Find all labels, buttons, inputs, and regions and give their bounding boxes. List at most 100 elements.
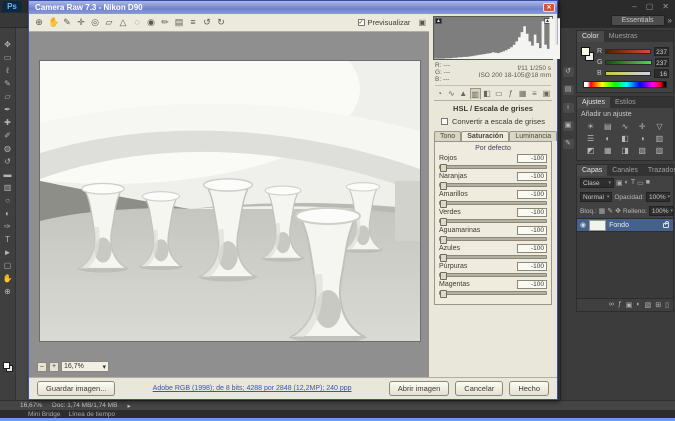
close-icon[interactable]: ✕ xyxy=(662,1,669,12)
filter-adjustment-icon[interactable]: ◐ xyxy=(625,179,629,187)
slider-knob[interactable] xyxy=(440,254,447,262)
hand-tool-icon[interactable]: ✋ xyxy=(48,17,58,28)
lock-icons[interactable]: ▦✎✥ xyxy=(599,207,621,215)
rectangular-marquee-tool[interactable]: ▭ xyxy=(1,51,15,64)
clone-stamp-tool[interactable]: ◍ xyxy=(1,142,15,155)
slider-value[interactable]: -100 xyxy=(517,244,547,253)
slider-track[interactable] xyxy=(439,183,547,187)
exposure-icon[interactable]: ✛ xyxy=(635,121,650,132)
fill-dropdown[interactable]: 100%▾ xyxy=(649,206,673,216)
preview-toggle[interactable]: ✓ Previsualizar xyxy=(358,18,411,27)
black-white-icon[interactable]: ◧ xyxy=(617,133,632,144)
color-spectrum-ramp[interactable] xyxy=(583,81,667,88)
lock-pixels-icon[interactable]: ✎ xyxy=(607,207,613,215)
layer-thumbnail[interactable] xyxy=(589,220,606,231)
invert-icon[interactable]: ◩ xyxy=(583,145,598,156)
layer-filter-dropdown[interactable]: Clase▾ xyxy=(580,178,614,188)
photo-filter-icon[interactable]: ◑ xyxy=(635,133,650,144)
delete-layer-icon[interactable]: ▯ xyxy=(665,301,669,309)
lock-transparency-icon[interactable]: ▦ xyxy=(599,207,606,215)
presets-tab-icon[interactable]: ≡ xyxy=(529,88,540,99)
camera-calibration-tab-icon[interactable]: ▦ xyxy=(517,88,528,99)
brightness-contrast-icon[interactable]: ☀ xyxy=(583,121,598,132)
tab-layers[interactable]: Capas xyxy=(577,165,607,176)
close-icon[interactable]: ✕ xyxy=(543,3,555,12)
red-eye-tool-icon[interactable]: ◉ xyxy=(146,17,156,28)
slider-track[interactable] xyxy=(439,237,547,241)
spot-healing-tool[interactable]: ✚ xyxy=(1,116,15,129)
white-balance-tool-icon[interactable]: ✎ xyxy=(62,17,72,28)
slider-knob[interactable] xyxy=(440,164,447,172)
filter-smart-icon[interactable]: ■ xyxy=(646,179,650,187)
tab-timeline[interactable]: Línea de tiempo xyxy=(69,411,116,418)
layer-filter-icons[interactable]: ▣◐T▭■ xyxy=(616,179,650,187)
lens-corrections-tab-icon[interactable]: ▭ xyxy=(493,88,504,99)
split-toning-tab-icon[interactable]: ◧ xyxy=(482,88,493,99)
slider-value[interactable]: -100 xyxy=(517,172,547,181)
move-tool[interactable]: ✥ xyxy=(1,38,15,51)
quick-selection-tool[interactable]: ✎ xyxy=(1,77,15,90)
slider-track[interactable] xyxy=(439,291,547,295)
hue-saturation-icon[interactable]: ☰ xyxy=(583,133,598,144)
path-selection-tool[interactable]: ► xyxy=(1,246,15,259)
vibrance-icon[interactable]: ▽ xyxy=(652,121,667,132)
color-sampler-tool-icon[interactable]: ✛ xyxy=(76,17,86,28)
effects-tab-icon[interactable]: ƒ xyxy=(505,88,516,99)
slider-knob[interactable] xyxy=(440,272,447,280)
snapshots-tab-icon[interactable]: ▣ xyxy=(541,88,552,99)
color-balance-icon[interactable]: ◐ xyxy=(600,133,615,144)
layer-row-background[interactable]: ◉ Fondo xyxy=(577,218,673,232)
slider-track[interactable] xyxy=(439,255,547,259)
slider-knob[interactable] xyxy=(440,200,447,208)
layer-style-icon[interactable]: ƒ xyxy=(618,301,622,309)
grayscale-checkbox[interactable] xyxy=(441,118,448,125)
status-arrow-icon[interactable]: ▸ xyxy=(127,402,130,410)
slider-track[interactable] xyxy=(439,273,547,277)
blur-tool[interactable]: ○ xyxy=(1,194,15,207)
opacity-dropdown[interactable]: 100%▾ xyxy=(646,192,670,202)
slider-value[interactable]: -100 xyxy=(517,190,547,199)
info-panel-icon[interactable]: i xyxy=(563,103,574,113)
gradient-map-icon[interactable]: ▨ xyxy=(652,145,667,156)
zoom-level-select[interactable]: 16,7%▾ xyxy=(61,361,109,372)
zoom-tool[interactable]: ⊕ xyxy=(1,285,15,298)
spot-removal-tool-icon[interactable]: ◌ xyxy=(132,17,142,28)
slider-track[interactable] xyxy=(439,201,547,205)
filter-pixel-icon[interactable]: ▣ xyxy=(616,179,623,187)
green-channel-slider[interactable] xyxy=(605,60,651,65)
tab-mini-bridge[interactable]: Mini Bridge xyxy=(28,411,61,418)
new-layer-icon[interactable]: ⊞ xyxy=(655,301,661,309)
zoom-tool-icon[interactable]: ⊕ xyxy=(34,17,44,28)
slider-track[interactable] xyxy=(439,219,547,223)
adjustment-layer-icon[interactable]: ◐ xyxy=(636,301,640,309)
open-image-button[interactable]: Abrir imagen xyxy=(389,381,450,396)
layer-group-icon[interactable]: ▧ xyxy=(645,301,652,309)
properties-panel-icon[interactable]: ▤ xyxy=(563,85,574,95)
threshold-icon[interactable]: ◨ xyxy=(617,145,632,156)
selective-color-icon[interactable]: ▧ xyxy=(635,145,650,156)
tab-channels[interactable]: Canales xyxy=(607,165,643,176)
zoom-percentage[interactable]: 16,67% xyxy=(20,402,42,409)
layer-mask-icon[interactable]: ▣ xyxy=(626,301,633,309)
slider-track[interactable] xyxy=(439,165,547,169)
filter-shape-icon[interactable]: ▭ xyxy=(637,179,644,187)
minimize-icon[interactable]: – xyxy=(632,1,636,12)
workspace-more-chevron-icon[interactable]: » xyxy=(668,16,672,25)
preferences-icon[interactable]: ≡ xyxy=(188,17,198,28)
shape-tool[interactable]: ▢ xyxy=(1,259,15,272)
preview-checkbox[interactable]: ✓ xyxy=(358,19,365,26)
slider-value[interactable]: -100 xyxy=(517,226,547,235)
hsl-tab-tono[interactable]: Tono xyxy=(434,131,461,141)
history-brush-tool[interactable]: ↺ xyxy=(1,155,15,168)
blend-mode-dropdown[interactable]: Normal▾ xyxy=(580,192,612,202)
levels-icon[interactable]: ▤ xyxy=(600,121,615,132)
hsl-grayscale-tab-icon[interactable]: ▥ xyxy=(470,88,481,99)
pen-tool[interactable]: ✑ xyxy=(1,220,15,233)
slider-knob[interactable] xyxy=(440,182,447,190)
adjustment-brush-tool-icon[interactable]: ✏ xyxy=(160,17,170,28)
history-panel-icon[interactable]: ↺ xyxy=(563,67,574,77)
workflow-options-link[interactable]: Adobe RGB (1998); de 8 bits; 4288 por 28… xyxy=(115,385,388,392)
slider-value[interactable]: -100 xyxy=(517,262,547,271)
zoom-in-button[interactable]: + xyxy=(49,362,59,372)
foreground-background-swatches[interactable] xyxy=(3,362,13,372)
